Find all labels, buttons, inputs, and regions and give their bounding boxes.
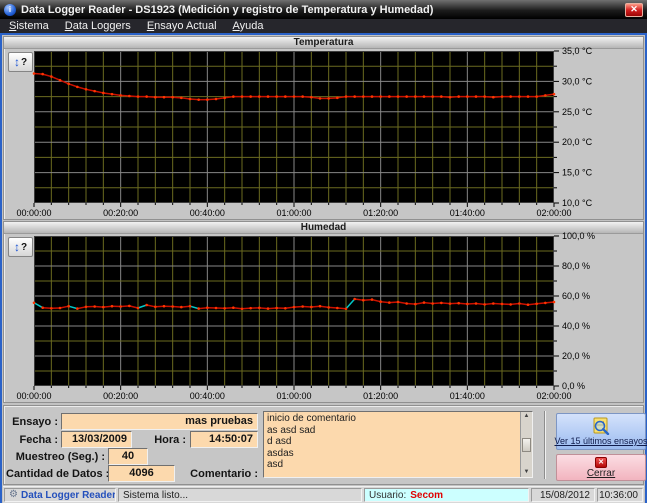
temperature-chart-panel: Temperatura ↕? 35,0 °C 30,0 °C 25,0 °C 20,0… xyxy=(3,36,644,220)
ensayo-field[interactable]: mas pruebas xyxy=(61,413,258,430)
ensayo-label: Ensayo : xyxy=(6,416,58,428)
humidity-chart-panel: Humedad ↕? 100,0 % 80,0 % 60,0 % 40,0 % 20,0… xyxy=(3,221,644,403)
usuario-label: Usuario: xyxy=(369,490,406,501)
close-icon: ✕ xyxy=(630,4,638,15)
comentario-field[interactable]: inicio de comentario as asd sad d asd as… xyxy=(264,412,520,477)
svg-text:00:00:00: 00:00:00 xyxy=(16,208,51,218)
menubar: Sistema Data Loggers Ensayo Actual Ayuda xyxy=(0,19,647,33)
window-title: Data Logger Reader - DS1923 (Medición y … xyxy=(21,4,625,16)
svg-text:00:00:00: 00:00:00 xyxy=(16,391,51,401)
question-icon: ? xyxy=(21,242,27,253)
fecha-field[interactable]: 13/03/2009 xyxy=(61,431,132,448)
svg-text:00:20:00: 00:20:00 xyxy=(103,208,138,218)
updown-arrow-icon: ↕ xyxy=(14,242,20,252)
svg-text:01:20:00: 01:20:00 xyxy=(363,391,398,401)
comentario-scrollbar[interactable]: ▲ ▼ xyxy=(520,412,532,477)
cerrar-button[interactable]: ✕ Cerrar xyxy=(556,454,646,481)
svg-text:30,0 °C: 30,0 °C xyxy=(562,76,593,86)
svg-text:01:00:00: 01:00:00 xyxy=(276,391,311,401)
svg-text:100,0 %: 100,0 % xyxy=(562,231,595,241)
muestreo-label: Muestreo (Seg.) : xyxy=(6,451,105,463)
statusbar-app-segment: ⚙ Data Logger Reader xyxy=(4,488,116,502)
ver-ultimos-ensayos-button[interactable]: Ver 15 últimos ensayos xyxy=(556,413,646,450)
svg-text:02:00:00: 02:00:00 xyxy=(536,208,571,218)
menu-sistema[interactable]: Sistema xyxy=(9,20,49,32)
svg-text:80,0 %: 80,0 % xyxy=(562,261,590,271)
cantidad-datos-label: Cantidad de Datos : xyxy=(6,468,105,480)
svg-text:02:00:00: 02:00:00 xyxy=(536,391,571,401)
svg-text:60,0 %: 60,0 % xyxy=(562,291,590,301)
close-button[interactable]: ✕ xyxy=(625,3,643,17)
test-info-panel: Ensayo : mas pruebas Fecha : 13/03/2009 … xyxy=(3,405,644,485)
titlebar: i Data Logger Reader - DS1923 (Medición … xyxy=(0,0,647,19)
fecha-label: Fecha : xyxy=(6,434,58,446)
humidity-plot: 100,0 %80,0 %60,0 %40,0 %20,0 %0,0 %00:0… xyxy=(34,236,642,402)
svg-text:01:00:00: 01:00:00 xyxy=(276,208,311,218)
statusbar: ⚙ Data Logger Reader Sistema listo... Us… xyxy=(3,486,644,503)
svg-text:20,0 °C: 20,0 °C xyxy=(562,137,593,147)
temperature-chart-title: Temperatura xyxy=(4,37,643,49)
svg-text:15,0 °C: 15,0 °C xyxy=(562,168,593,178)
usuario-value: Secom xyxy=(410,490,443,501)
statusbar-date: 15/08/2012 xyxy=(531,488,595,502)
svg-text:40,0 %: 40,0 % xyxy=(562,321,590,331)
panel-divider xyxy=(544,411,546,479)
comentario-label: Comentario : xyxy=(180,468,258,480)
statusbar-app-name: Data Logger Reader xyxy=(21,490,116,501)
svg-text:00:40:00: 00:40:00 xyxy=(190,208,225,218)
svg-text:35,0 °C: 35,0 °C xyxy=(562,46,593,56)
scroll-down-icon[interactable]: ▼ xyxy=(524,469,530,476)
humidity-help-button[interactable]: ↕? xyxy=(8,237,33,257)
humidity-chart-title: Humedad xyxy=(4,222,643,234)
magnifier-document-icon xyxy=(590,417,612,435)
svg-text:10,0 °C: 10,0 °C xyxy=(562,198,593,208)
svg-text:00:20:00: 00:20:00 xyxy=(103,391,138,401)
cantidad-datos-field[interactable]: 4096 xyxy=(108,465,175,482)
scrollbar-thumb[interactable] xyxy=(522,438,531,452)
menu-ensayo-actual[interactable]: Ensayo Actual xyxy=(147,20,217,32)
statusbar-user-segment: Usuario: Secom xyxy=(364,488,529,502)
app-icon: i xyxy=(4,4,16,16)
content-area: Temperatura ↕? 35,0 °C 30,0 °C 25,0 °C 20,0… xyxy=(0,33,647,503)
svg-text:01:20:00: 01:20:00 xyxy=(363,208,398,218)
updown-arrow-icon: ↕ xyxy=(14,57,20,67)
statusbar-time: 10:36:00 xyxy=(597,488,643,502)
statusbar-status-text: Sistema listo... xyxy=(118,488,362,502)
question-icon: ? xyxy=(21,57,27,68)
red-x-icon: ✕ xyxy=(595,457,607,468)
hora-field[interactable]: 14:50:07 xyxy=(190,431,258,448)
svg-text:25,0 °C: 25,0 °C xyxy=(562,107,593,117)
svg-text:0,0 %: 0,0 % xyxy=(562,381,585,391)
temperature-help-button[interactable]: ↕? xyxy=(8,52,33,72)
hora-label: Hora : xyxy=(152,434,186,446)
svg-text:20,0 %: 20,0 % xyxy=(562,351,590,361)
svg-text:00:40:00: 00:40:00 xyxy=(190,391,225,401)
muestreo-field[interactable]: 40 xyxy=(108,448,148,465)
app-window: i Data Logger Reader - DS1923 (Medición … xyxy=(0,0,647,501)
svg-text:01:40:00: 01:40:00 xyxy=(450,391,485,401)
gear-icon: ⚙ xyxy=(9,490,18,500)
comentario-box: inicio de comentario as asd sad d asd as… xyxy=(263,411,533,478)
svg-text:01:40:00: 01:40:00 xyxy=(450,208,485,218)
scroll-up-icon[interactable]: ▲ xyxy=(524,413,530,420)
temperature-plot: 35,0 °C30,0 °C25,0 °C20,0 °C15,0 °C10,0 … xyxy=(34,51,642,219)
menu-ayuda[interactable]: Ayuda xyxy=(233,20,264,32)
menu-data-loggers[interactable]: Data Loggers xyxy=(65,20,131,32)
